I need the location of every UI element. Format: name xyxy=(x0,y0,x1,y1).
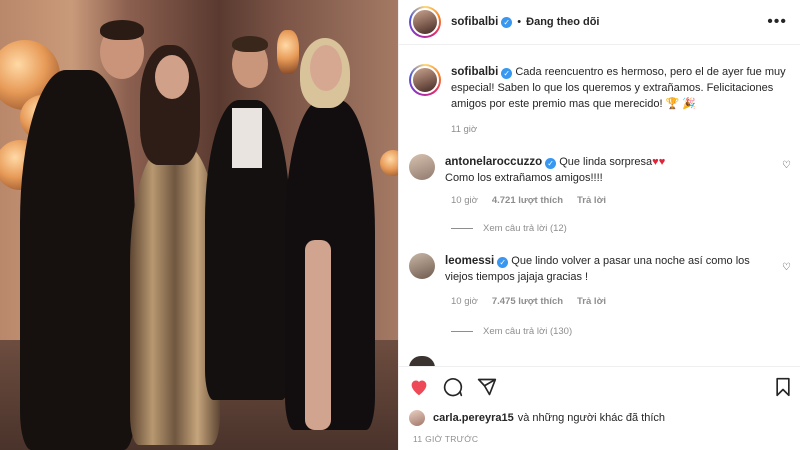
person-1 xyxy=(20,70,135,450)
reply-button[interactable]: Trả lời xyxy=(577,296,606,307)
liked-by: carla.pereyra15 và những người khác đã t… xyxy=(409,410,665,426)
comment-time[interactable]: 10 giờ xyxy=(451,195,478,206)
comment-username[interactable]: leomessi xyxy=(445,255,494,267)
instagram-post-modal: sofibalbi ✓ • Đang theo dõi ••• sofibalb… xyxy=(0,0,800,450)
comment-text-line-2: Como los extrañamos amigos!!!! xyxy=(445,172,603,184)
comment-text-block: leomessi ✓ Que lindo volver a pasar una n… xyxy=(445,253,775,285)
view-replies-button[interactable]: Xem câu trả lời (130) xyxy=(451,326,572,337)
more-icon[interactable]: ••• xyxy=(767,13,787,31)
liked-by-username[interactable]: carla.pereyra15 xyxy=(433,412,514,424)
comment-meta: 10 giờ 7.475 lượt thích Trả lời xyxy=(451,296,606,307)
comment-icon[interactable] xyxy=(441,375,465,399)
view-replies-label: Xem câu trả lời (12) xyxy=(483,223,567,234)
comment-text-block: antonelaroccuzzo ✓ Que linda sorpresa♥♥ C… xyxy=(445,154,785,186)
replies-divider xyxy=(451,331,473,332)
commenter-avatar[interactable] xyxy=(409,154,435,180)
person-1-hair xyxy=(100,20,144,40)
caption-avatar[interactable] xyxy=(409,64,441,96)
comment: antonelaroccuzzo ✓ Que linda sorpresa♥♥ C… xyxy=(409,154,794,186)
post-header: sofibalbi ✓ • Đang theo dõi ••• xyxy=(399,0,800,45)
view-replies-button[interactable]: Xem câu trả lời (12) xyxy=(451,223,567,234)
post-photo[interactable] xyxy=(0,0,398,450)
heart-icon[interactable] xyxy=(407,375,431,399)
comment-time[interactable]: 10 giờ xyxy=(451,296,478,307)
comment: leomessi ✓ Que lindo volver a pasar una n… xyxy=(409,253,794,285)
caption-username[interactable]: sofibalbi xyxy=(451,66,498,78)
caption-text-block: sofibalbi ✓ Cada reencuentro es hermoso, … xyxy=(451,64,791,112)
share-icon[interactable] xyxy=(475,375,499,399)
post-caption: sofibalbi ✓ Cada reencuentro es hermoso, … xyxy=(409,64,794,112)
person-4-leg xyxy=(305,240,331,430)
red-heart-emoji: ♥♥ xyxy=(652,156,666,168)
commenter-avatar xyxy=(409,356,435,366)
verified-icon: ✓ xyxy=(545,158,557,169)
author-avatar[interactable] xyxy=(409,6,441,38)
comment-likes[interactable]: 7.475 lượt thích xyxy=(492,296,563,307)
comment-username[interactable]: antonelaroccuzzo xyxy=(445,156,542,168)
verified-icon: ✓ xyxy=(497,257,509,268)
view-replies-label: Xem câu trả lời (130) xyxy=(483,326,573,337)
follow-button[interactable]: Đang theo dõi xyxy=(526,16,599,28)
reply-button[interactable]: Trả lời xyxy=(577,195,606,206)
person-3-shirt xyxy=(232,108,262,168)
liked-by-rest[interactable]: và những người khác đã thích xyxy=(518,412,665,424)
verified-icon: ✓ xyxy=(501,16,513,28)
caption-meta: 11 giờ xyxy=(451,124,477,135)
person-4-head xyxy=(310,45,342,91)
person-3-hair xyxy=(232,36,268,52)
pendant-lamp xyxy=(277,30,299,74)
comment-likes[interactable]: 4.721 lượt thích xyxy=(492,195,563,206)
commenter-avatar[interactable] xyxy=(409,253,435,279)
comment-text: Que linda sorpresa xyxy=(559,156,653,168)
author-username[interactable]: sofibalbi xyxy=(451,16,498,28)
post-time-ago[interactable]: 11 GIỜ TRƯỚC xyxy=(413,434,478,444)
liker-avatar[interactable] xyxy=(409,410,425,426)
comment-meta: 10 giờ 4.721 lượt thích Trả lời xyxy=(451,195,606,206)
comment-like-icon[interactable]: ♡ xyxy=(782,262,791,273)
post-side-panel: sofibalbi ✓ • Đang theo dõi ••• sofibalb… xyxy=(398,0,800,450)
caption-time[interactable]: 11 giờ xyxy=(451,124,477,135)
replies-divider xyxy=(451,228,473,229)
comments-list[interactable]: sofibalbi ✓ Cada reencuentro es hermoso, … xyxy=(399,46,800,366)
person-2-head xyxy=(155,55,189,99)
comment-like-icon[interactable]: ♡ xyxy=(782,160,791,171)
bookmark-icon[interactable] xyxy=(771,375,795,399)
verified-icon: ✓ xyxy=(501,68,513,79)
header-separator: • xyxy=(517,16,522,28)
